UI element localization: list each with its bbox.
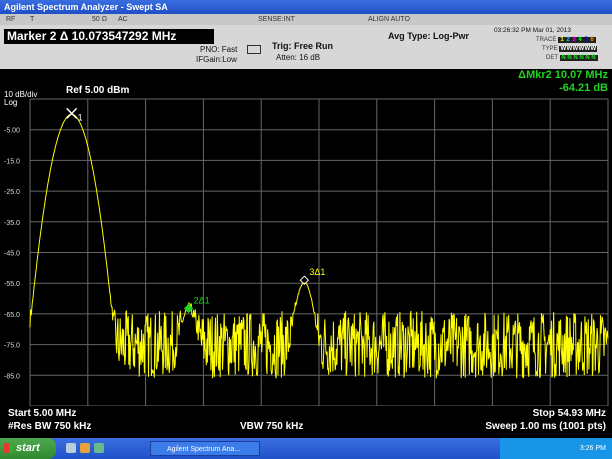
spectrum-display[interactable]: 10 dB/div Log Ref 5.00 dBm ΔMkr2 10.07 M… [0,69,612,406]
y-tick-label: -75.0 [4,343,20,350]
quick-launch-desktop-icon[interactable] [66,443,76,453]
video-bandwidth: VBW 750 kHz [240,421,304,432]
status-impedance: 50 Ω [92,16,107,23]
status-rf: RF [6,16,16,23]
y-tick-label: -5.00 [4,128,20,135]
type-label: TYPE [542,46,558,52]
measurement-info-bar: Marker 2 Δ 10.073547292 MHz PNO: Fast IF… [0,25,612,69]
windows-flag-icon [4,443,14,453]
spectrum-chart[interactable]: -5.00 -15.0 -25.0 -35.0 -45.0 -55.0 -65.0 -75.0… [0,69,612,406]
type-6: W [590,46,597,52]
marker-3-label: 3Δ1 [309,267,325,277]
trace-indicator-row: TRACE 123456 [536,37,597,43]
atten-setting: Atten: 16 dB [276,53,321,62]
sweep-settings-bar: Start 5.00 MHz Stop 54.93 MHz #Res BW 75… [0,406,612,438]
sweep-time: Sweep 1.00 ms (1001 pts) [485,421,606,432]
type-indicator-row: TYPE WWWWWW [542,46,598,52]
taskbar-item-label: Agilent Spectrum Ana... [167,446,241,453]
trace-6: 6 [590,37,594,43]
status-align: ALIGN AUTO [368,16,410,23]
y-tick-label: -45.0 [4,251,20,258]
trigger-icon [247,45,261,54]
start-label: start [16,442,40,454]
pno-setting: PNO: Fast [200,45,238,54]
marker-1-label: 1 [78,112,83,122]
y-tick-label: -15.0 [4,158,20,165]
y-tick-label: -55.0 [4,281,20,288]
taskbar-item-spectrum-analyzer[interactable]: Agilent Spectrum Ana... [150,441,260,456]
avg-type-setting: Avg Type: Log-Pwr [388,31,469,41]
trigger-setting: Trig: Free Run [272,41,334,51]
marker-2-label: 2Δ1 [194,295,210,305]
y-tick-label: -85.0 [4,373,20,380]
ifgain-setting: IFGain:Low [196,55,237,64]
start-button[interactable]: start [0,438,56,459]
det-label: DET [546,55,558,61]
taskbar: start Agilent Spectrum Ana... 3:26 PM [0,438,612,459]
resolution-bandwidth: #Res BW 750 kHz [8,421,92,432]
status-sense: SENSE:INT [258,16,295,23]
det-6: N [591,55,596,61]
y-tick-label: -65.0 [4,312,20,319]
quick-launch-explorer-icon[interactable] [80,443,90,453]
det-indicator-row: DET NNNNNN [546,55,598,61]
status-coupling: AC [118,16,128,23]
system-tray: 3:26 PM [500,438,612,459]
trace-label: TRACE [536,37,557,43]
quick-launch-app-icon[interactable] [94,443,104,453]
window-title: Agilent Spectrum Analyzer - Swept SA [4,2,168,12]
stop-frequency: Stop 54.93 MHz [532,408,606,419]
start-frequency: Start 5.00 MHz [8,408,77,419]
active-marker-readout[interactable]: Marker 2 Δ 10.073547292 MHz [4,29,214,44]
y-tick-label: -35.0 [4,220,20,227]
window-title-bar: Agilent Spectrum Analyzer - Swept SA [0,0,612,14]
marker-1-symbol [66,107,78,119]
tray-clock: 3:26 PM [579,445,606,452]
date-time: 03:26:32 PM Mar 01, 2013 [494,27,571,34]
status-t: T [30,16,35,23]
y-tick-label: -25.0 [4,189,20,196]
status-strip: RF T 50 Ω AC SENSE:INT ALIGN AUTO [0,14,612,25]
